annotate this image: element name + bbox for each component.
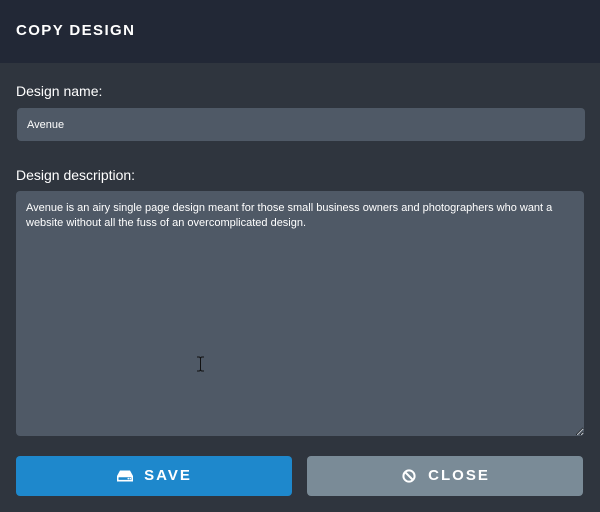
design-description-label: Design description: — [16, 167, 136, 183]
text-cursor-icon — [197, 356, 204, 372]
save-button[interactable]: SAVE — [16, 456, 292, 496]
design-description-textarea[interactable]: Avenue is an airy single page design mea… — [16, 191, 584, 436]
dialog-header: COPY DESIGN — [0, 0, 600, 63]
save-button-label: SAVE — [144, 467, 192, 484]
design-name-input[interactable] — [17, 108, 585, 141]
hard-drive-icon — [116, 469, 134, 483]
close-button-label: CLOSE — [428, 467, 490, 484]
copy-design-dialog: COPY DESIGN Design name: Design descript… — [0, 0, 600, 512]
design-name-label: Design name: — [16, 83, 103, 99]
ban-icon — [400, 469, 418, 483]
close-button[interactable]: CLOSE — [307, 456, 583, 496]
dialog-title: COPY DESIGN — [16, 22, 136, 39]
